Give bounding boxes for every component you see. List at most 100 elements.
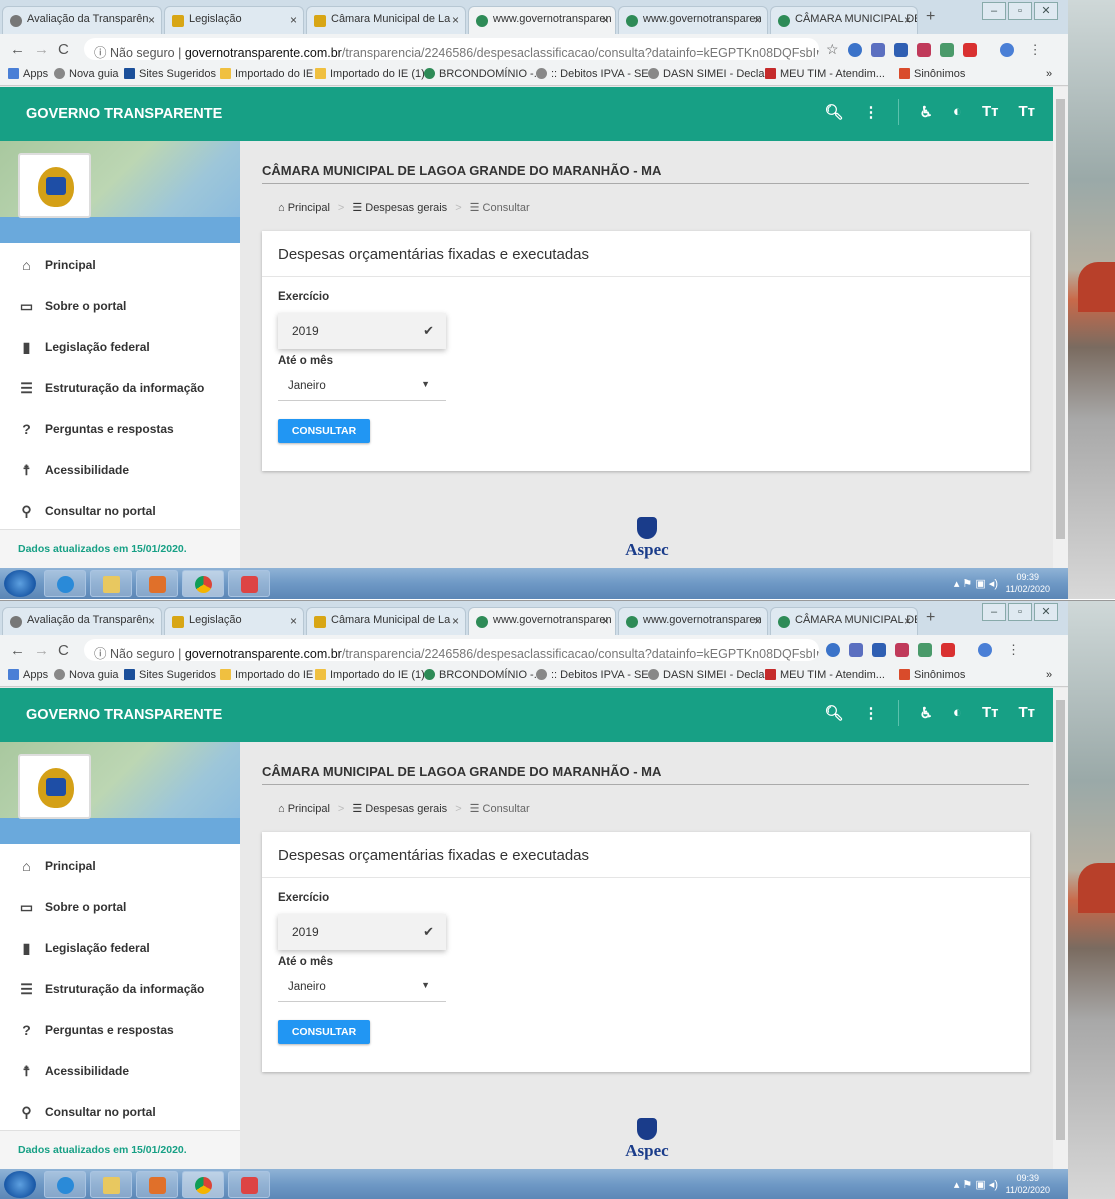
font-increase-icon[interactable]: Tт — [982, 103, 999, 125]
font-decrease-icon[interactable]: Tт — [1018, 704, 1035, 726]
breadcrumb-despesas[interactable]: Despesas gerais — [365, 803, 447, 815]
bookmark[interactable]: DASN SIMEI - Decla... — [648, 669, 774, 681]
extension-icon[interactable] — [849, 643, 863, 657]
extension-icon[interactable] — [872, 643, 886, 657]
sidebar-item-estruturacao[interactable]: ☰ Estruturação da informação — [0, 969, 240, 1010]
sidebar-item-sobre[interactable]: ▭ Sobre o portal — [0, 286, 240, 327]
back-icon[interactable]: ← — [10, 41, 25, 58]
bookmark[interactable]: Sites Sugeridos — [124, 669, 216, 681]
bookmark[interactable]: Importado do IE (1) — [315, 68, 425, 80]
extension-icon[interactable] — [916, 42, 931, 57]
close-window-icon[interactable]: ✕ — [1034, 603, 1058, 621]
sidebar-item-acessibilidade[interactable]: ☨ Acessibilidade — [0, 1051, 240, 1092]
taskbar-chrome[interactable] — [182, 1171, 224, 1198]
bookmarks-more[interactable]: » — [1046, 68, 1052, 80]
sidebar-item-legislacao[interactable]: ▮ Legislação federal — [0, 327, 240, 368]
exercicio-select[interactable]: 2019 ✔ — [278, 313, 446, 349]
forward-icon[interactable]: → — [34, 642, 49, 659]
sidebar-item-consultar[interactable]: ⚲ Consultar no portal — [0, 1092, 240, 1133]
close-tab-icon[interactable]: × — [602, 614, 609, 628]
bookmark[interactable]: BRCONDOMÍNIO -... — [424, 68, 543, 80]
bookmark[interactable]: Importado do IE — [220, 669, 313, 681]
bookmark[interactable]: BRCONDOMÍNIO -... — [424, 669, 543, 681]
close-tab-icon[interactable]: × — [148, 13, 155, 27]
clock[interactable]: 09:39 11/02/2020 — [1006, 571, 1050, 595]
close-tab-icon[interactable]: × — [452, 13, 459, 27]
extension-icon[interactable] — [893, 42, 908, 57]
mes-select[interactable]: Janeiro ▼ — [278, 371, 446, 401]
bookmarks-more[interactable]: » — [1046, 669, 1052, 681]
extension-icon[interactable] — [826, 643, 840, 657]
taskbar-media[interactable] — [136, 570, 178, 597]
breadcrumb-despesas[interactable]: Despesas gerais — [365, 202, 447, 214]
breadcrumb-principal[interactable]: Principal — [288, 202, 330, 214]
close-tab-icon[interactable]: × — [148, 614, 155, 628]
taskbar-explorer[interactable] — [90, 570, 132, 597]
close-window-icon[interactable]: ✕ — [1034, 2, 1058, 20]
new-tab-icon[interactable]: + — [926, 8, 935, 26]
font-increase-icon[interactable]: Tт — [982, 704, 999, 726]
extension-icon[interactable] — [847, 42, 862, 57]
sidebar-item-principal[interactable]: ⌂ Principal — [0, 846, 240, 887]
browser-tab-active[interactable]: www.governotransparen × — [468, 6, 616, 34]
extension-icon[interactable] — [918, 643, 932, 657]
close-tab-icon[interactable]: × — [754, 13, 761, 27]
extension-icon[interactable] — [962, 42, 977, 57]
clock[interactable]: 09:39 11/02/2020 — [1006, 1172, 1050, 1196]
taskbar-snipping[interactable] — [228, 570, 270, 597]
sidebar-item-sobre[interactable]: ▭ Sobre o portal — [0, 887, 240, 928]
bookmark[interactable]: Importado do IE (1) — [315, 669, 425, 681]
bookmark[interactable]: MEU TIM - Atendim... — [765, 669, 885, 681]
browser-tab[interactable]: Câmara Municipal de La × — [306, 607, 466, 635]
sidebar-item-principal[interactable]: ⌂ Principal — [0, 245, 240, 286]
minimize-icon[interactable]: – — [982, 2, 1006, 20]
extension-icon[interactable] — [941, 643, 955, 657]
bookmark[interactable]: Nova guia — [54, 669, 119, 681]
start-button[interactable] — [4, 1171, 36, 1198]
bookmark[interactable]: Sinônimos — [899, 669, 965, 681]
mes-select[interactable]: Janeiro ▼ — [278, 972, 446, 1002]
accessibility-icon[interactable]: ♿︎ — [919, 704, 932, 726]
close-tab-icon[interactable]: × — [904, 614, 911, 628]
reload-icon[interactable]: C — [58, 642, 69, 659]
bookmark[interactable]: Sinônimos — [899, 68, 965, 80]
page-scrollbar[interactable] — [1053, 87, 1068, 568]
bookmark[interactable]: Importado do IE — [220, 68, 313, 80]
taskbar-explorer[interactable] — [90, 1171, 132, 1198]
bookmark[interactable]: :: Debitos IPVA - SE... — [536, 68, 658, 80]
browser-tab[interactable]: CÂMARA MUNICIPAL DE × — [770, 6, 918, 34]
profile-icon[interactable] — [999, 42, 1014, 57]
maximize-icon[interactable]: ▫ — [1008, 603, 1032, 621]
close-tab-icon[interactable]: × — [290, 614, 297, 628]
close-tab-icon[interactable]: × — [754, 614, 761, 628]
maximize-icon[interactable]: ▫ — [1008, 2, 1032, 20]
close-tab-icon[interactable]: × — [904, 13, 911, 27]
tray-icons[interactable]: ▴ ⚑ ▣ ◂) — [954, 1178, 998, 1191]
new-tab-icon[interactable]: + — [926, 609, 935, 627]
close-tab-icon[interactable]: × — [602, 13, 609, 27]
back-icon[interactable]: ← — [10, 642, 25, 659]
bookmark[interactable]: Sites Sugeridos — [124, 68, 216, 80]
star-icon[interactable]: ☆ — [826, 41, 839, 58]
bookmark[interactable]: DASN SIMEI - Decla... — [648, 68, 774, 80]
page-scrollbar[interactable] — [1053, 688, 1068, 1169]
sidebar-item-estruturacao[interactable]: ☰ Estruturação da informação — [0, 368, 240, 409]
close-tab-icon[interactable]: × — [290, 13, 297, 27]
contrast-icon[interactable]: ◐ — [953, 704, 962, 726]
font-decrease-icon[interactable]: Tт — [1018, 103, 1035, 125]
sidebar-item-perguntas[interactable]: ? Perguntas e respostas — [0, 409, 240, 450]
browser-tab[interactable]: www.governotransparen × — [618, 607, 768, 635]
browser-tab[interactable]: www.governotransparen × — [618, 6, 768, 34]
bookmark[interactable]: :: Debitos IPVA - SE... — [536, 669, 658, 681]
url-bar[interactable]: ⓘ Não seguro | governotransparente.com.b… — [84, 38, 819, 60]
browser-tab-active[interactable]: www.governotransparen × — [468, 607, 616, 635]
browser-tab[interactable]: Legislação × — [164, 6, 304, 34]
taskbar-media[interactable] — [136, 1171, 178, 1198]
contrast-icon[interactable]: ◐ — [953, 103, 962, 125]
more-vert-icon[interactable]: ⋮ — [863, 103, 878, 125]
sidebar-item-acessibilidade[interactable]: ☨ Acessibilidade — [0, 450, 240, 491]
profile-icon[interactable] — [978, 643, 992, 657]
bookmark-apps[interactable]: Apps — [8, 669, 48, 681]
aspec-logo[interactable]: Aspec — [617, 517, 677, 567]
sidebar-item-perguntas[interactable]: ? Perguntas e respostas — [0, 1010, 240, 1051]
